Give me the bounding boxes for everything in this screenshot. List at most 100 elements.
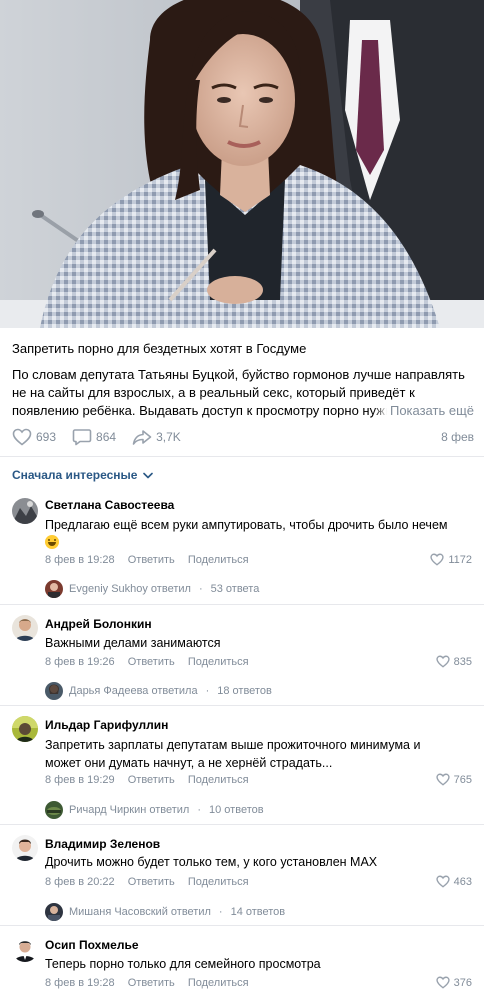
reply-avatar — [45, 580, 63, 598]
avatar[interactable] — [12, 936, 38, 962]
comment-meta: 8 фев в 19:29 Ответить Поделиться — [45, 774, 259, 786]
comment: Светлана Савостеева Предлагаю ещё всем р… — [0, 494, 484, 606]
comment-like-button[interactable]: 835 — [435, 655, 472, 668]
avatar[interactable] — [12, 716, 38, 742]
separator-dot: · — [198, 583, 203, 595]
replies-author: Дарья Фадеева ответила — [69, 685, 198, 697]
avatar[interactable] — [12, 498, 38, 524]
post-date[interactable]: 8 фев — [441, 430, 474, 444]
show-more-link[interactable]: Показать ещё — [373, 402, 474, 420]
comment-time[interactable]: 8 фев в 19:28 — [45, 554, 115, 566]
comment-meta: 8 фев в 19:26 Ответить Поделиться — [45, 656, 259, 668]
comment-author[interactable]: Светлана Савостеева — [45, 498, 174, 512]
comment-button[interactable]: 864 — [72, 428, 116, 446]
heart-icon — [435, 875, 450, 888]
comment-meta: 8 фев в 20:22 Ответить Поделиться — [45, 876, 259, 888]
replies-thread-link[interactable]: Мишаня Часовский ответил · 14 ответов — [45, 903, 285, 921]
replies-count: 53 ответа — [210, 583, 260, 595]
share-comment-button[interactable]: Поделиться — [188, 656, 249, 668]
separator-dot: · — [197, 804, 202, 816]
reply-button[interactable]: Ответить — [128, 876, 175, 888]
comment-like-count: 376 — [453, 976, 472, 989]
comment-time[interactable]: 8 фев в 20:22 — [45, 876, 115, 888]
post-body-line-text: появлению ребёнка. Выдавать доступ к про… — [12, 403, 385, 418]
divider — [0, 705, 484, 706]
avatar[interactable] — [12, 615, 38, 641]
replies-thread-link[interactable]: Evgeniy Sukhoy ответил · 53 ответа — [45, 580, 259, 598]
heart-icon — [435, 773, 450, 786]
divider — [0, 824, 484, 825]
comment-like-count: 463 — [453, 875, 472, 888]
share-comment-button[interactable]: Поделиться — [188, 977, 249, 989]
comment-time[interactable]: 8 фев в 19:26 — [45, 656, 115, 668]
replies-thread-link[interactable]: Дарья Фадеева ответила · 18 ответов — [45, 682, 272, 700]
comment-text: Предлагаю ещё всем руки ампутировать, чт… — [45, 516, 473, 552]
avatar-image — [12, 498, 38, 524]
avatar-image — [12, 835, 38, 861]
comment-like-button[interactable]: 765 — [435, 773, 472, 786]
sort-label: Сначала интересные — [12, 468, 138, 482]
separator-dot: · — [218, 906, 223, 918]
avatar-image — [12, 936, 38, 962]
comment-author[interactable]: Андрей Болонкин — [45, 617, 152, 631]
comment-like-count: 765 — [453, 773, 472, 786]
comment-count: 864 — [96, 430, 117, 444]
avatar[interactable] — [12, 835, 38, 861]
reply-button[interactable]: Ответить — [128, 554, 175, 566]
reply-avatar — [45, 801, 63, 819]
comment-time[interactable]: 8 фев в 19:28 — [45, 977, 115, 989]
post-photo[interactable] — [0, 0, 484, 328]
divider — [0, 604, 484, 605]
share-comment-button[interactable]: Поделиться — [188, 554, 249, 566]
replies-author: Ричард Чиркин ответил — [69, 804, 190, 816]
comment-author[interactable]: Владимир Зеленов — [45, 837, 160, 851]
comment-like-button[interactable]: 1172 — [430, 553, 472, 566]
comment-text: Дрочить можно будет только тем, у кого у… — [45, 855, 378, 869]
reply-button[interactable]: Ответить — [128, 656, 175, 668]
comment: Ильдар Гарифуллин Запретить зарплаты деп… — [0, 714, 484, 826]
comment-like-button[interactable]: 376 — [435, 976, 472, 989]
comment-text: Важными делами занимаются — [45, 636, 221, 650]
like-button[interactable]: 693 — [12, 428, 56, 446]
share-comment-button[interactable]: Поделиться — [188, 774, 249, 786]
reply-button[interactable]: Ответить — [128, 774, 175, 786]
like-count: 693 — [36, 430, 57, 444]
avatar-image — [12, 716, 38, 742]
divider — [0, 456, 484, 457]
comment-time[interactable]: 8 фев в 19:29 — [45, 774, 115, 786]
comment-like-button[interactable]: 463 — [435, 875, 472, 888]
chevron-down-icon — [143, 472, 154, 478]
replies-thread-link[interactable]: Ричард Чиркин ответил · 10 ответов — [45, 801, 264, 819]
reply-avatar-image — [45, 682, 63, 700]
comments-sort-dropdown[interactable]: Сначала интересные — [12, 468, 154, 482]
avatar-image — [12, 615, 38, 641]
heart-icon — [12, 428, 32, 446]
comment-text: Запретить зарплаты депутатам выше прожит… — [45, 738, 421, 770]
comment-icon — [72, 429, 92, 446]
comment: Андрей Болонкин Важными делами занимаютс… — [0, 613, 484, 705]
comment-meta: 8 фев в 19:28 Ответить Поделиться — [45, 554, 259, 566]
replies-count: 10 ответов — [209, 804, 264, 816]
comment-author[interactable]: Ильдар Гарифуллин — [45, 718, 168, 732]
divider — [0, 925, 484, 926]
comment-text-content: Предлагаю ещё всем руки ампутировать, чт… — [45, 518, 448, 532]
replies-author: Evgeniy Sukhoy ответил — [69, 583, 191, 595]
share-icon — [132, 430, 152, 445]
post-body-line-last: появлению ребёнка. Выдавать доступ к про… — [12, 402, 474, 420]
comment: Осип Похмелье Теперь порно только для се… — [0, 934, 484, 990]
heart-icon — [430, 553, 444, 566]
reply-avatar-image — [45, 903, 63, 921]
replies-count: 14 ответов — [230, 906, 286, 918]
comment-meta: 8 фев в 19:28 Ответить Поделиться — [45, 977, 259, 989]
replies-count: 18 ответов — [217, 685, 272, 697]
post-body-line: По словам депутата Татьяны Буцкой, буйст… — [12, 367, 465, 382]
comment-author[interactable]: Осип Похмелье — [45, 938, 139, 952]
reply-button[interactable]: Ответить — [128, 977, 175, 989]
replies-author: Мишаня Часовский ответил — [69, 906, 211, 918]
share-button[interactable]: 3,7K — [132, 428, 181, 446]
share-count: 3,7K — [156, 430, 181, 444]
comment-text: Теперь порно только для семейного просмо… — [45, 957, 321, 971]
heart-icon — [435, 976, 450, 989]
share-comment-button[interactable]: Поделиться — [188, 876, 249, 888]
post-title: Запретить порно для бездетных хотят в Го… — [12, 341, 307, 356]
